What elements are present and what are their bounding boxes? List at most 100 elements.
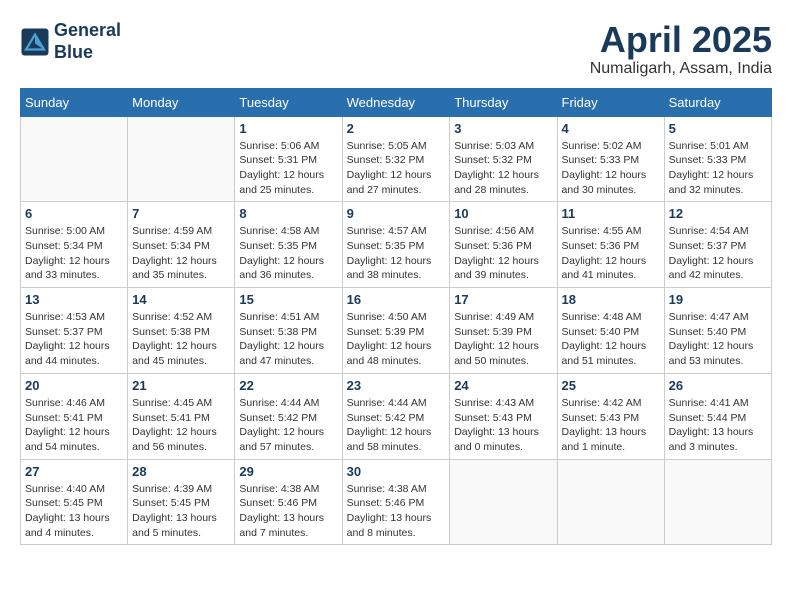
calendar-day-cell	[128, 116, 235, 202]
day-info: Sunrise: 4:42 AM Sunset: 5:43 PM Dayligh…	[562, 396, 660, 455]
day-info: Sunrise: 4:48 AM Sunset: 5:40 PM Dayligh…	[562, 310, 660, 369]
calendar-day-cell	[664, 459, 771, 545]
calendar-day-cell: 12 Sunrise: 4:54 AM Sunset: 5:37 PM Dayli…	[664, 202, 771, 288]
calendar-day-cell: 8 Sunrise: 4:58 AM Sunset: 5:35 PM Daylig…	[235, 202, 342, 288]
calendar-day-cell: 22Sunrise: 4:44 AM Sunset: 5:42 PM Dayli…	[235, 373, 342, 459]
day-number: 29	[239, 464, 337, 479]
calendar-day-cell: 16Sunrise: 4:50 AM Sunset: 5:39 PM Dayli…	[342, 288, 450, 374]
day-number: 28	[132, 464, 230, 479]
day-number: 22	[239, 378, 337, 393]
location-title: Numaligarh, Assam, India	[590, 60, 772, 78]
day-number: 6	[25, 206, 123, 221]
day-number: 30	[347, 464, 446, 479]
calendar-day-cell: 10 Sunrise: 4:56 AM Sunset: 5:36 PM Dayli…	[450, 202, 557, 288]
day-info: Sunrise: 4:55 AM Sunset: 5:36 PM Dayligh…	[562, 224, 660, 283]
logo: General Blue	[20, 20, 121, 63]
calendar-day-cell: 15 Sunrise: 4:51 AM Sunset: 5:38 PM Dayli…	[235, 288, 342, 374]
day-info: Sunrise: 4:44 AM Sunset: 5:42 PM Dayligh…	[347, 396, 446, 455]
day-info: Sunrise: 4:54 AM Sunset: 5:37 PM Dayligh…	[669, 224, 767, 283]
weekday-header-saturday: Saturday	[664, 88, 771, 116]
calendar-day-cell: 14Sunrise: 4:52 AM Sunset: 5:38 PM Dayli…	[128, 288, 235, 374]
calendar-body: 1 Sunrise: 5:06 AM Sunset: 5:31 PM Daylig…	[21, 116, 772, 545]
day-info: Sunrise: 4:47 AM Sunset: 5:40 PM Dayligh…	[669, 310, 767, 369]
day-info: Sunrise: 5:02 AM Sunset: 5:33 PM Dayligh…	[562, 139, 660, 198]
calendar-day-cell: 1 Sunrise: 5:06 AM Sunset: 5:31 PM Daylig…	[235, 116, 342, 202]
calendar-day-cell: 23 Sunrise: 4:44 AM Sunset: 5:42 PM Dayli…	[342, 373, 450, 459]
calendar-day-cell: 9 Sunrise: 4:57 AM Sunset: 5:35 PM Daylig…	[342, 202, 450, 288]
day-info: Sunrise: 4:59 AM Sunset: 5:34 PM Dayligh…	[132, 224, 230, 283]
day-number: 7	[132, 206, 230, 221]
day-info: Sunrise: 5:03 AM Sunset: 5:32 PM Dayligh…	[454, 139, 552, 198]
calendar-header: SundayMondayTuesdayWednesdayThursdayFrid…	[21, 88, 772, 116]
day-info: Sunrise: 5:06 AM Sunset: 5:31 PM Dayligh…	[239, 139, 337, 198]
day-number: 17	[454, 292, 552, 307]
calendar-day-cell: 27 Sunrise: 4:40 AM Sunset: 5:45 PM Dayli…	[21, 459, 128, 545]
day-number: 4	[562, 121, 660, 136]
day-number: 23	[347, 378, 446, 393]
title-area: April 2025 Numaligarh, Assam, India	[590, 20, 772, 78]
day-number: 11	[562, 206, 660, 221]
weekday-header-thursday: Thursday	[450, 88, 557, 116]
day-number: 9	[347, 206, 446, 221]
day-number: 15	[239, 292, 337, 307]
day-info: Sunrise: 4:46 AM Sunset: 5:41 PM Dayligh…	[25, 396, 123, 455]
calendar-week-row: 1 Sunrise: 5:06 AM Sunset: 5:31 PM Daylig…	[21, 116, 772, 202]
weekday-header-row: SundayMondayTuesdayWednesdayThursdayFrid…	[21, 88, 772, 116]
day-number: 10	[454, 206, 552, 221]
logo-line2: Blue	[54, 42, 121, 64]
logo-text: General Blue	[54, 20, 121, 63]
day-number: 3	[454, 121, 552, 136]
calendar-day-cell: 11 Sunrise: 4:55 AM Sunset: 5:36 PM Dayli…	[557, 202, 664, 288]
day-number: 27	[25, 464, 123, 479]
logo-line1: General	[54, 20, 121, 42]
day-info: Sunrise: 4:57 AM Sunset: 5:35 PM Dayligh…	[347, 224, 446, 283]
calendar-day-cell: 7 Sunrise: 4:59 AM Sunset: 5:34 PM Daylig…	[128, 202, 235, 288]
day-number: 1	[239, 121, 337, 136]
day-info: Sunrise: 4:53 AM Sunset: 5:37 PM Dayligh…	[25, 310, 123, 369]
day-number: 16	[347, 292, 446, 307]
weekday-header-tuesday: Tuesday	[235, 88, 342, 116]
day-number: 8	[239, 206, 337, 221]
calendar-week-row: 6Sunrise: 5:00 AM Sunset: 5:34 PM Daylig…	[21, 202, 772, 288]
day-number: 5	[669, 121, 767, 136]
weekday-header-sunday: Sunday	[21, 88, 128, 116]
day-info: Sunrise: 4:51 AM Sunset: 5:38 PM Dayligh…	[239, 310, 337, 369]
calendar-day-cell: 2 Sunrise: 5:05 AM Sunset: 5:32 PM Daylig…	[342, 116, 450, 202]
day-number: 18	[562, 292, 660, 307]
calendar-day-cell: 25 Sunrise: 4:42 AM Sunset: 5:43 PM Dayli…	[557, 373, 664, 459]
day-info: Sunrise: 4:40 AM Sunset: 5:45 PM Dayligh…	[25, 482, 123, 541]
day-info: Sunrise: 4:43 AM Sunset: 5:43 PM Dayligh…	[454, 396, 552, 455]
day-info: Sunrise: 4:38 AM Sunset: 5:46 PM Dayligh…	[347, 482, 446, 541]
day-info: Sunrise: 4:38 AM Sunset: 5:46 PM Dayligh…	[239, 482, 337, 541]
weekday-header-wednesday: Wednesday	[342, 88, 450, 116]
calendar-day-cell: 4 Sunrise: 5:02 AM Sunset: 5:33 PM Daylig…	[557, 116, 664, 202]
calendar-week-row: 13 Sunrise: 4:53 AM Sunset: 5:37 PM Dayli…	[21, 288, 772, 374]
day-number: 24	[454, 378, 552, 393]
logo-icon	[20, 27, 50, 57]
calendar-day-cell: 28 Sunrise: 4:39 AM Sunset: 5:45 PM Dayli…	[128, 459, 235, 545]
day-info: Sunrise: 5:05 AM Sunset: 5:32 PM Dayligh…	[347, 139, 446, 198]
day-info: Sunrise: 4:58 AM Sunset: 5:35 PM Dayligh…	[239, 224, 337, 283]
calendar-day-cell	[21, 116, 128, 202]
calendar-week-row: 27 Sunrise: 4:40 AM Sunset: 5:45 PM Dayli…	[21, 459, 772, 545]
day-number: 12	[669, 206, 767, 221]
day-number: 19	[669, 292, 767, 307]
day-info: Sunrise: 5:01 AM Sunset: 5:33 PM Dayligh…	[669, 139, 767, 198]
day-info: Sunrise: 4:56 AM Sunset: 5:36 PM Dayligh…	[454, 224, 552, 283]
day-info: Sunrise: 4:49 AM Sunset: 5:39 PM Dayligh…	[454, 310, 552, 369]
calendar-day-cell: 19 Sunrise: 4:47 AM Sunset: 5:40 PM Dayli…	[664, 288, 771, 374]
calendar-day-cell	[450, 459, 557, 545]
day-info: Sunrise: 4:45 AM Sunset: 5:41 PM Dayligh…	[132, 396, 230, 455]
day-number: 13	[25, 292, 123, 307]
month-title: April 2025	[590, 20, 772, 60]
calendar-table: SundayMondayTuesdayWednesdayThursdayFrid…	[20, 88, 772, 546]
calendar-day-cell: 20Sunrise: 4:46 AM Sunset: 5:41 PM Dayli…	[21, 373, 128, 459]
day-number: 25	[562, 378, 660, 393]
calendar-day-cell: 13 Sunrise: 4:53 AM Sunset: 5:37 PM Dayli…	[21, 288, 128, 374]
weekday-header-monday: Monday	[128, 88, 235, 116]
calendar-week-row: 20Sunrise: 4:46 AM Sunset: 5:41 PM Dayli…	[21, 373, 772, 459]
day-number: 2	[347, 121, 446, 136]
day-info: Sunrise: 4:52 AM Sunset: 5:38 PM Dayligh…	[132, 310, 230, 369]
calendar-day-cell: 6Sunrise: 5:00 AM Sunset: 5:34 PM Daylig…	[21, 202, 128, 288]
day-info: Sunrise: 4:39 AM Sunset: 5:45 PM Dayligh…	[132, 482, 230, 541]
